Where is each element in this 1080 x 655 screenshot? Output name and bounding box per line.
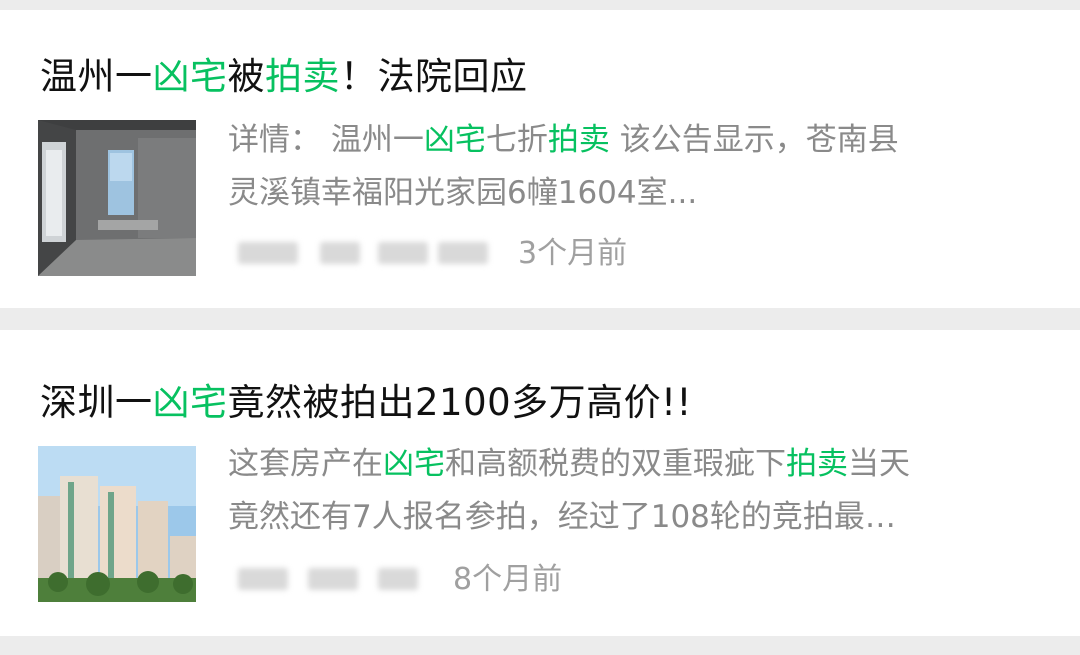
title-keyword: 拍卖: [265, 55, 340, 98]
result-summary: 详情： 温州一凶宅七折拍卖 该公告显示，苍南县灵溪镇幸福阳光家园6幢1604室.…: [228, 114, 1048, 220]
result-title[interactable]: 温州一凶宅被拍卖！法院回应: [40, 46, 528, 100]
summary-text: 该公告显示，苍南县: [609, 122, 899, 158]
result-title[interactable]: 深圳一凶宅竟然被拍出2100多万高价!!: [40, 372, 692, 426]
summary-keyword: 拍卖: [786, 446, 848, 482]
publish-time: 3个月前: [518, 236, 628, 271]
summary-text: 这套房产在: [228, 446, 383, 482]
title-text: 被: [227, 55, 265, 98]
summary-keyword: 凶宅: [423, 122, 486, 158]
title-text: 深圳一: [40, 381, 153, 424]
top-divider: [0, 0, 1080, 10]
summary-text: 竟然还有7人报名参拍，经过了108轮的竞拍最…: [228, 499, 896, 535]
summary-text: 七折: [485, 122, 548, 158]
redacted-source: [308, 568, 358, 590]
title-text: 温州一: [40, 55, 153, 98]
redacted-source: [378, 568, 418, 590]
redacted-source: [238, 568, 288, 590]
summary-text: 详情： 温州一: [228, 122, 424, 158]
publish-time: 8个月前: [453, 562, 563, 597]
redacted-source: [320, 242, 360, 264]
summary-text: 灵溪镇幸福阳光家园6幢1604室...: [228, 175, 698, 211]
search-result-card[interactable]: 深圳一凶宅竟然被拍出2100多万高价!! 这套房产在凶宅和高额税费的双重瑕疵下拍…: [0, 330, 1080, 636]
title-keyword: 凶宅: [152, 381, 228, 424]
result-thumbnail[interactable]: [38, 446, 196, 602]
result-thumbnail[interactable]: [38, 120, 196, 276]
search-result-card[interactable]: 温州一凶宅被拍卖！法院回应 详情： 温州一凶宅七折拍卖 该公告显示，苍南县 灵溪镇…: [0, 10, 1080, 308]
summary-text: 当天: [848, 446, 910, 482]
redacted-source: [438, 242, 488, 264]
redacted-source: [378, 242, 428, 264]
title-text: 竟然被拍出2100多万高价!!: [227, 381, 692, 424]
result-summary: 这套房产在凶宅和高额税费的双重瑕疵下拍卖当天竟然还有7人报名参拍，经过了108轮…: [228, 438, 1048, 544]
redacted-source: [238, 242, 298, 264]
unfinished-room-image: [38, 120, 196, 276]
summary-keyword: 拍卖: [547, 122, 610, 158]
title-keyword: 凶宅: [152, 55, 228, 98]
apartment-building-image: [38, 446, 196, 602]
summary-keyword: 凶宅: [383, 446, 445, 482]
summary-text: 和高额税费的双重瑕疵下: [445, 446, 786, 482]
title-text: ！法院回应: [340, 55, 528, 98]
